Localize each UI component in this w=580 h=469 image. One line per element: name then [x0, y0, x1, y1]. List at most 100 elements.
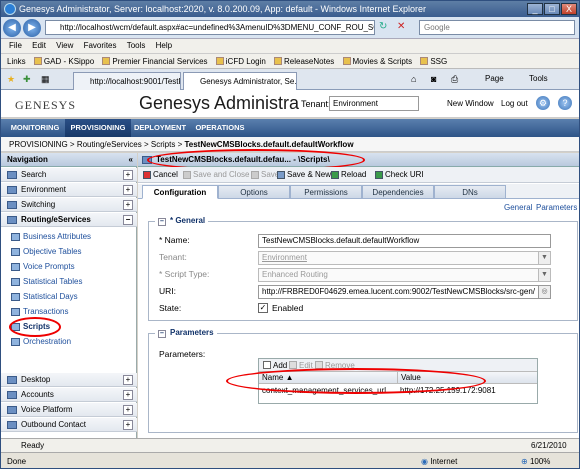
zoom-level[interactable]: ⊕ 100% — [521, 453, 550, 468]
sidebar-section-switching[interactable]: Switching + — [1, 198, 137, 212]
sidebar-item-business-attributes[interactable]: Business Attributes — [1, 230, 137, 244]
sidebar-section-search[interactable]: Search + — [1, 168, 137, 182]
tab-options[interactable]: Options — [218, 185, 290, 199]
url-input[interactable]: http://localhost/wcm/default.aspx#ac=und… — [45, 20, 375, 35]
new-window-link[interactable]: New Window — [447, 99, 494, 108]
chevron-down-icon: ▼ — [538, 252, 550, 264]
link-item[interactable]: ReleaseNotes — [274, 54, 334, 68]
feeds-icon[interactable]: ◙ — [431, 74, 436, 84]
help-icon[interactable]: ? — [558, 96, 572, 110]
window-title-bar: Genesys Administrator, Server: localhost… — [1, 1, 579, 17]
cancel-button[interactable]: Cancel — [142, 167, 178, 183]
minimize-button[interactable]: _ — [527, 3, 543, 15]
sidebar-item-statistical-days[interactable]: Statistical Days — [1, 290, 137, 304]
sidebar-item-voice-prompts[interactable]: Voice Prompts — [1, 260, 137, 274]
nav-provisioning[interactable]: PROVISIONING — [65, 119, 131, 137]
sidebar-section-desktop[interactable]: Desktop + — [1, 373, 137, 387]
tab-list-icon[interactable]: ▦ — [41, 74, 50, 85]
sidebar-item-transactions[interactable]: Transactions — [1, 305, 137, 319]
expand-icon[interactable]: + — [123, 185, 133, 195]
close-button[interactable]: X — [561, 3, 577, 15]
print-icon[interactable]: ⎙ — [451, 74, 458, 85]
crumb-current: TestNewCMSBlocks.default.defaultWorkflow — [184, 140, 354, 149]
sidebar-item-objective-tables[interactable]: Objective Tables — [1, 245, 137, 259]
collapse-section-icon[interactable]: − — [123, 215, 133, 225]
expand-icon[interactable]: + — [123, 420, 133, 430]
tenant-select[interactable]: Environment — [329, 96, 419, 111]
logout-link[interactable]: Log out — [501, 99, 528, 108]
parameters-link[interactable]: Parameters — [536, 203, 577, 212]
sidebar-item-statistical-tables[interactable]: Statistical Tables — [1, 275, 137, 289]
crumb-routing[interactable]: Routing/eServices — [77, 140, 142, 149]
home-icon[interactable]: ⌂ — [411, 74, 416, 84]
save-button[interactable]: Save — [250, 167, 279, 183]
tenant-field-label: Tenant: — [159, 252, 187, 262]
collapse-icon[interactable]: – — [158, 330, 166, 338]
crumb-scripts[interactable]: Scripts — [151, 140, 175, 149]
add-favorites-icon[interactable]: ✚ — [23, 74, 31, 85]
expand-icon[interactable]: + — [123, 200, 133, 210]
link-item[interactable]: Premier Financial Services — [102, 54, 208, 68]
sidebar-section-environment[interactable]: Environment + — [1, 183, 137, 197]
name-label: * Name: — [159, 235, 190, 245]
settings-icon[interactable]: ⚙ — [536, 96, 550, 110]
expand-icon[interactable]: + — [123, 170, 133, 180]
nav-monitoring[interactable]: MONITORING — [5, 119, 65, 137]
browse-icon[interactable]: ◎ — [538, 286, 550, 298]
add-icon — [263, 361, 271, 369]
item-label: Transactions — [23, 307, 69, 316]
reload-button[interactable]: Reload — [330, 167, 366, 183]
maximize-button[interactable]: □ — [544, 3, 560, 15]
link-item[interactable]: Movies & Scripts — [342, 54, 412, 68]
item-label: Business Attributes — [23, 232, 92, 241]
refresh-icon[interactable]: ↻ — [379, 21, 391, 33]
menu-file[interactable]: File — [9, 39, 22, 53]
check-uri-button[interactable]: Check URI — [374, 167, 424, 183]
nav-deployment[interactable]: DEPLOYMENT — [131, 119, 189, 137]
item-icon — [11, 248, 20, 256]
search-input[interactable]: Google — [419, 20, 575, 35]
sidebar-section-outbound-contact[interactable]: Outbound Contact + — [1, 418, 137, 432]
browser-tab[interactable]: http://localhost:9001/TestPr... — [73, 72, 181, 90]
general-section-title[interactable]: – * General — [155, 216, 209, 226]
save-new-button[interactable]: Save & New — [276, 167, 331, 183]
tab-permissions[interactable]: Permissions — [290, 185, 362, 199]
link-item[interactable]: SSG — [420, 54, 447, 68]
expand-icon[interactable]: + — [123, 405, 133, 415]
menu-view[interactable]: View — [56, 39, 73, 53]
browser-window: Genesys Administrator, Server: localhost… — [0, 0, 580, 469]
back-icon[interactable]: ◀ — [3, 19, 21, 37]
nav-operations[interactable]: OPERATIONS — [191, 119, 249, 137]
parameters-section-title[interactable]: – Parameters — [155, 328, 217, 338]
enabled-checkbox[interactable]: ✓ — [258, 303, 268, 313]
menu-tools[interactable]: Tools — [127, 39, 146, 53]
link-item[interactable]: GAD - KSippo — [33, 54, 94, 68]
expand-icon[interactable]: + — [123, 390, 133, 400]
link-item[interactable]: iCFD Login — [215, 54, 266, 68]
stop-icon[interactable]: ✕ — [397, 21, 409, 33]
tab-configuration[interactable]: Configuration — [142, 185, 218, 199]
sidebar-item-orchestration[interactable]: Orchestration — [1, 335, 137, 349]
favorites-star-icon[interactable]: ★ — [7, 74, 15, 85]
name-field[interactable]: TestNewCMSBlocks.default.defaultWorkflow — [258, 234, 551, 248]
forward-icon[interactable]: ▶ — [23, 19, 41, 37]
browser-tab-active[interactable]: Genesys Administrator, Se... — [183, 72, 297, 90]
save-close-button[interactable]: Save and Close — [182, 167, 249, 183]
menu-favorites[interactable]: Favorites — [84, 39, 117, 53]
sidebar-section-accounts[interactable]: Accounts + — [1, 388, 137, 402]
expand-icon[interactable]: + — [123, 375, 133, 385]
uri-field[interactable]: http://FRBRED0F04629.emea.lucent.com:900… — [258, 285, 551, 299]
tab-dns[interactable]: DNs — [434, 185, 506, 199]
general-link[interactable]: General — [504, 203, 532, 212]
collapse-icon[interactable]: « — [129, 153, 133, 167]
crumb-provisioning[interactable]: PROVISIONING — [9, 140, 68, 149]
tab-dependencies[interactable]: Dependencies — [362, 185, 434, 199]
page-menu[interactable]: Page — [485, 74, 504, 83]
menu-help[interactable]: Help — [156, 39, 172, 53]
tools-menu[interactable]: Tools — [529, 74, 548, 83]
menu-edit[interactable]: Edit — [32, 39, 46, 53]
sidebar-title: Navigation — [7, 155, 48, 164]
sidebar-section-routing[interactable]: Routing/eServices − — [1, 213, 137, 227]
sidebar-section-voice-platform[interactable]: Voice Platform + — [1, 403, 137, 417]
collapse-icon[interactable]: – — [158, 218, 166, 226]
